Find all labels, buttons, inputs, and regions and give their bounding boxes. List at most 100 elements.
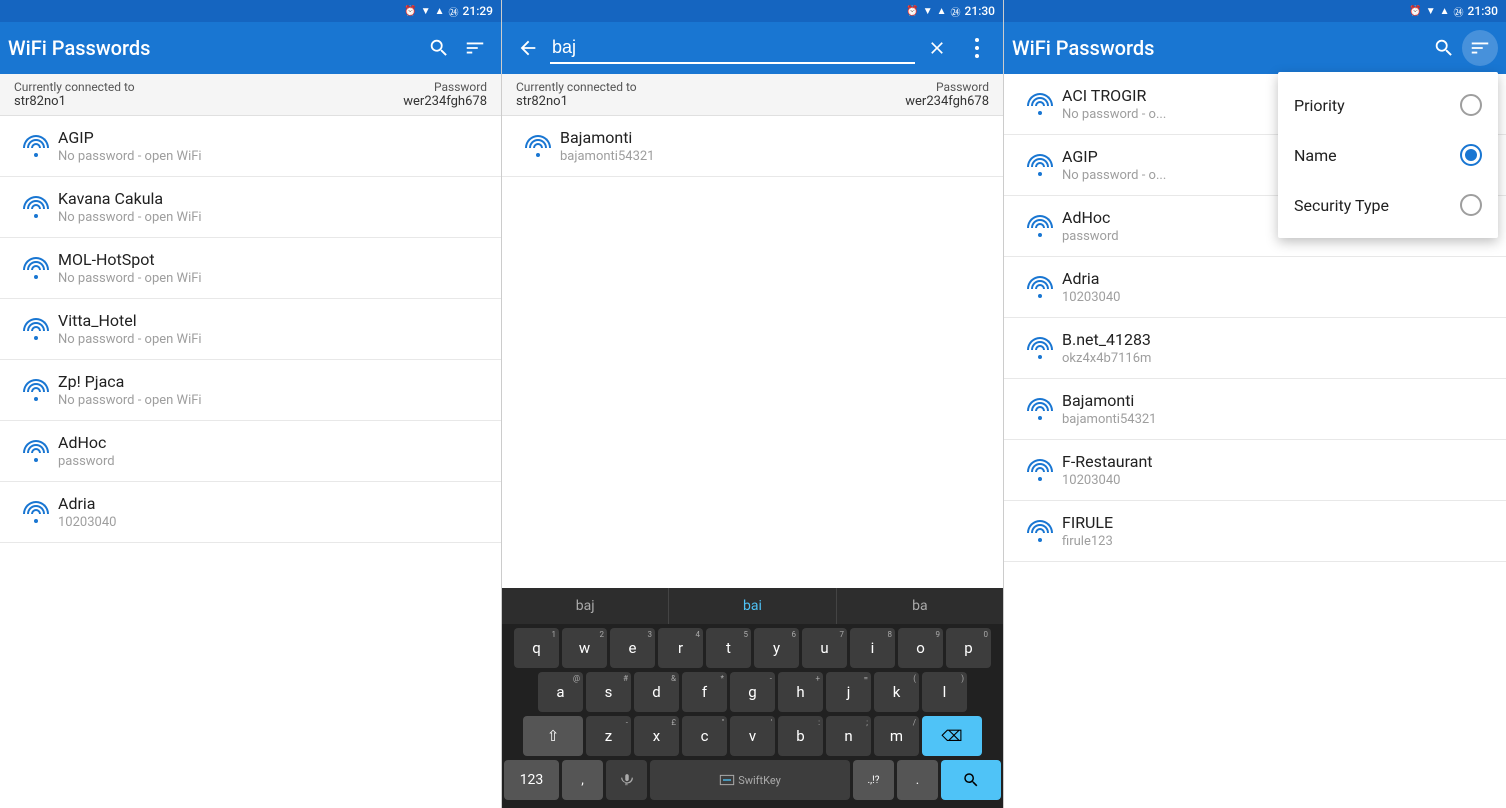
password-label-left: Password	[403, 80, 487, 94]
keyboard-suggestions: baj bai ba	[502, 588, 1003, 624]
delete-key[interactable]: ⌫	[922, 716, 982, 756]
microphone-key[interactable]	[606, 760, 647, 800]
back-button[interactable]	[510, 30, 546, 66]
battery-icon-mid: ㉔	[951, 4, 961, 19]
keyboard-row-2: @a #s &d *f -g +h =j (k )l	[504, 672, 1001, 712]
wifi-status-icon-mid: ▼	[923, 6, 933, 17]
sort-dropdown: Priority Name Security Type	[1278, 72, 1498, 238]
wifi-icon	[22, 318, 50, 340]
ssid-mid: str82no1	[516, 94, 637, 109]
numbers-key[interactable]: 123	[504, 760, 559, 800]
wifi-icon	[1026, 459, 1054, 481]
key-h[interactable]: +h	[778, 672, 823, 712]
key-s[interactable]: #s	[586, 672, 631, 712]
wifi-list-left: AGIPNo password - open WiFi Kavana Cakul…	[0, 116, 501, 808]
wifi-icon	[1026, 154, 1054, 176]
key-a[interactable]: @a	[538, 672, 583, 712]
signal-icon: ▲	[435, 6, 445, 17]
list-item[interactable]: Bajamontibajamonti54321	[1004, 379, 1506, 440]
keyboard-rows: 1q 2w 3e 4r 5t 6y 7u 8i 9o 0p @a #s &d *…	[502, 624, 1003, 808]
alarm-icon-right: ⏰	[1409, 6, 1421, 17]
keyboard-row-3: ⇧ -z £x "c 'v :b ;n /m ⌫	[504, 716, 1001, 756]
search-button-right[interactable]	[1426, 30, 1462, 66]
connected-label-mid: Currently connected to	[516, 80, 637, 94]
suggestion-baj[interactable]: baj	[502, 588, 669, 624]
key-y[interactable]: 6y	[754, 628, 799, 668]
punctuation-key[interactable]: .,!?	[853, 760, 894, 800]
wifi-list-mid: Bajamontibajamonti54321	[502, 116, 1003, 177]
keyboard-row-4: 123 , SwiftKey .,!? .	[504, 760, 1001, 800]
sort-security-radio[interactable]	[1460, 194, 1482, 216]
list-item[interactable]: Kavana CakulaNo password - open WiFi	[0, 177, 501, 238]
key-c[interactable]: "c	[682, 716, 727, 756]
status-bar-left: ⏰ ▼ ▲ ㉔ 21:29	[0, 0, 501, 22]
key-o[interactable]: 9o	[898, 628, 943, 668]
search-action-key[interactable]	[941, 760, 1001, 800]
info-bar-left: Currently connected to str82no1 Password…	[0, 74, 501, 116]
key-v[interactable]: 'v	[730, 716, 775, 756]
wifi-icon	[1026, 215, 1054, 237]
list-item[interactable]: F-Restaurant10203040	[1004, 440, 1506, 501]
list-item[interactable]: AGIPNo password - open WiFi	[0, 116, 501, 177]
filter-button-right[interactable]	[1462, 30, 1498, 66]
sort-name-radio[interactable]	[1460, 144, 1482, 166]
key-n[interactable]: ;n	[826, 716, 871, 756]
keyboard-row-1: 1q 2w 3e 4r 5t 6y 7u 8i 9o 0p	[504, 628, 1001, 668]
sort-priority-option[interactable]: Priority	[1278, 80, 1498, 130]
list-item[interactable]: MOL-HotSpotNo password - open WiFi	[0, 238, 501, 299]
list-item[interactable]: Adria10203040	[0, 482, 501, 543]
key-g[interactable]: -g	[730, 672, 775, 712]
more-options-button[interactable]	[959, 30, 995, 66]
list-item[interactable]: Vitta_HotelNo password - open WiFi	[0, 299, 501, 360]
swiftkey-logo: SwiftKey	[719, 774, 781, 787]
key-w[interactable]: 2w	[562, 628, 607, 668]
toolbar-search	[502, 22, 1003, 74]
sort-priority-label: Priority	[1294, 96, 1460, 115]
sort-security-label: Security Type	[1294, 196, 1460, 215]
key-u[interactable]: 7u	[802, 628, 847, 668]
list-item[interactable]: Bajamontibajamonti54321	[502, 116, 1003, 177]
key-i[interactable]: 8i	[850, 628, 895, 668]
wifi-icon	[22, 135, 50, 157]
search-button-left[interactable]	[421, 30, 457, 66]
list-item[interactable]: AdHocpassword	[0, 421, 501, 482]
sort-security-option[interactable]: Security Type	[1278, 180, 1498, 230]
key-q[interactable]: 1q	[514, 628, 559, 668]
status-time-mid: 21:30	[965, 4, 995, 18]
list-item[interactable]: Adria10203040	[1004, 257, 1506, 318]
key-f[interactable]: *f	[682, 672, 727, 712]
sort-name-option[interactable]: Name	[1278, 130, 1498, 180]
shift-key[interactable]: ⇧	[523, 716, 583, 756]
comma-key[interactable]: ,	[562, 760, 603, 800]
key-t[interactable]: 5t	[706, 628, 751, 668]
key-x[interactable]: £x	[634, 716, 679, 756]
key-j[interactable]: =j	[826, 672, 871, 712]
list-item[interactable]: Zp! PjacaNo password - open WiFi	[0, 360, 501, 421]
list-item[interactable]: FIRULEfirule123	[1004, 501, 1506, 562]
wifi-icon	[1026, 520, 1054, 542]
key-z[interactable]: -z	[586, 716, 631, 756]
space-key[interactable]: SwiftKey	[650, 760, 850, 800]
suggestion-bai[interactable]: bai	[669, 588, 836, 624]
filter-button-left[interactable]	[457, 30, 493, 66]
clear-search-button[interactable]	[919, 30, 955, 66]
period-key[interactable]: .	[897, 760, 938, 800]
key-p[interactable]: 0p	[946, 628, 991, 668]
wifi-status-icon-right: ▼	[1426, 6, 1436, 17]
sort-priority-radio[interactable]	[1460, 94, 1482, 116]
wifi-icon	[22, 501, 50, 523]
key-b[interactable]: :b	[778, 716, 823, 756]
wifi-icon	[1026, 337, 1054, 359]
key-m[interactable]: /m	[874, 716, 919, 756]
key-d[interactable]: &d	[634, 672, 679, 712]
key-r[interactable]: 4r	[658, 628, 703, 668]
search-input[interactable]	[550, 33, 915, 64]
wifi-status-icon: ▼	[421, 6, 431, 17]
suggestion-ba[interactable]: ba	[837, 588, 1003, 624]
key-l[interactable]: )l	[922, 672, 967, 712]
list-item[interactable]: B.net_41283okz4x4b7116m	[1004, 318, 1506, 379]
panel-mid: ⏰ ▼ ▲ ㉔ 21:30 Currently connected to str…	[502, 0, 1004, 808]
key-e[interactable]: 3e	[610, 628, 655, 668]
key-k[interactable]: (k	[874, 672, 919, 712]
password-mid: wer234fgh678	[905, 94, 989, 109]
